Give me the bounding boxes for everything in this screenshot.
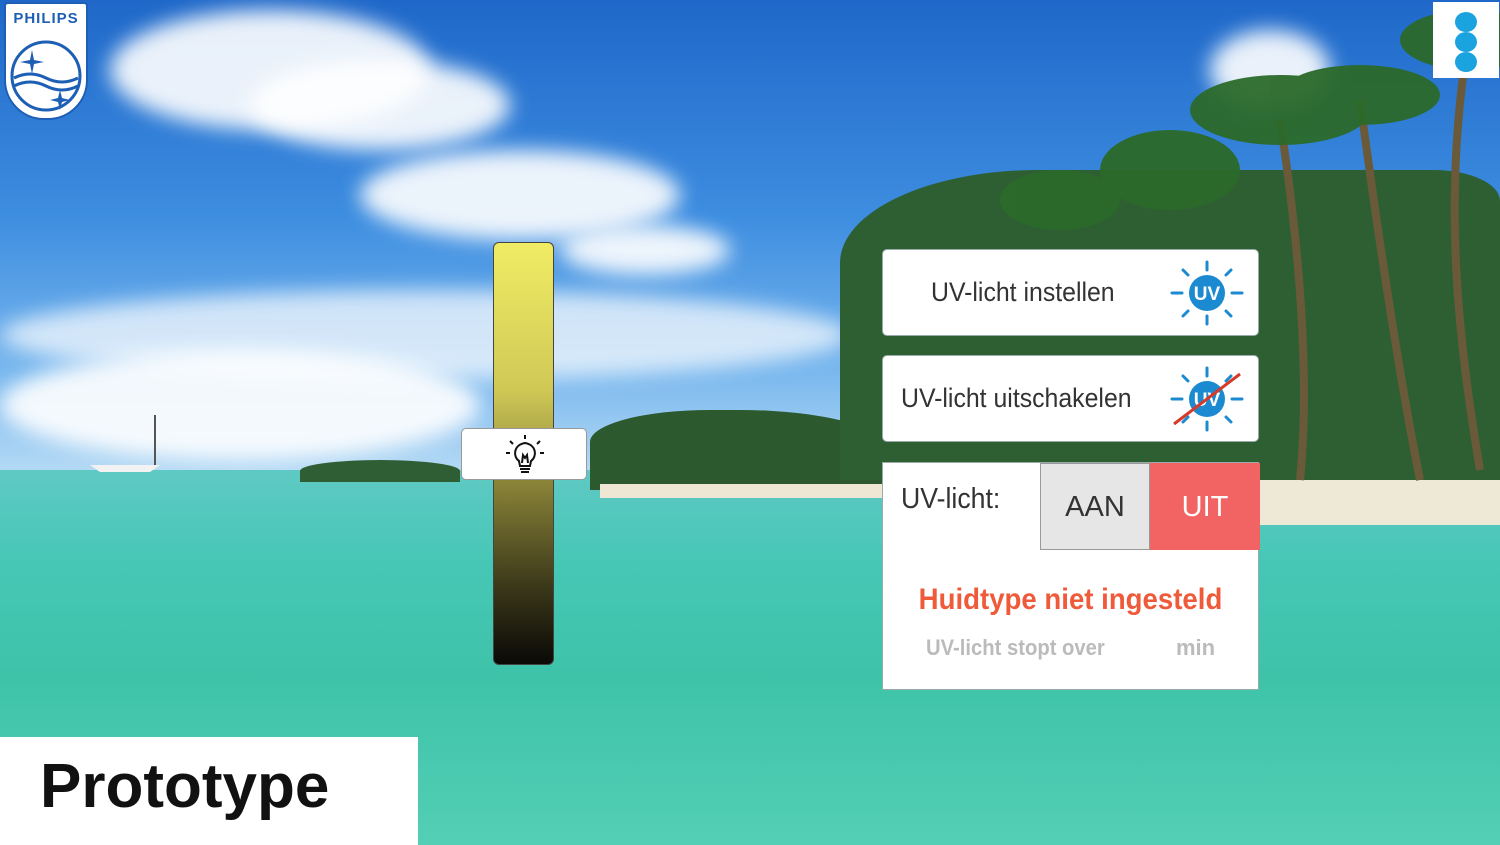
set-uv-light-label: UV-licht instellen bbox=[931, 277, 1115, 307]
uv-sun-icon: UV bbox=[1170, 260, 1244, 326]
prototype-label: Prototype bbox=[40, 752, 330, 821]
timer-prefix: UV-licht stopt over bbox=[926, 635, 1105, 660]
timer-unit: min bbox=[1176, 635, 1216, 660]
uv-status-panel: UV-licht: AAN UIT Huidtype niet ingestel… bbox=[882, 462, 1260, 690]
uv-sun-crossed-icon: UV bbox=[1170, 366, 1244, 432]
skin-type-warning: Huidtype niet ingesteld bbox=[918, 583, 1223, 616]
uv-off-toggle[interactable]: UIT bbox=[1150, 463, 1260, 550]
logo-text: PHILIPS bbox=[13, 10, 79, 27]
svg-text:UV: UV bbox=[1194, 284, 1221, 305]
disable-uv-light-label: UV-licht uitschakelen bbox=[901, 383, 1132, 413]
beach-background bbox=[0, 0, 1500, 845]
lightbulb-icon bbox=[506, 435, 544, 473]
set-uv-light-button[interactable]: UV-licht instellen UV bbox=[882, 249, 1259, 336]
palm-trees bbox=[90, 10, 1500, 481]
uv-on-toggle[interactable]: AAN bbox=[1040, 463, 1150, 550]
philips-logo: PHILIPS bbox=[4, 2, 88, 120]
disable-uv-light-button[interactable]: UV-licht uitschakelen UV bbox=[882, 355, 1259, 442]
brightness-slider-handle[interactable] bbox=[461, 428, 587, 480]
philips-shield-icon bbox=[10, 40, 82, 112]
prototype-watermark: Prototype bbox=[0, 737, 418, 845]
uv-light-label: UV-licht: bbox=[901, 483, 1001, 515]
kebab-menu-button[interactable] bbox=[1433, 2, 1499, 78]
